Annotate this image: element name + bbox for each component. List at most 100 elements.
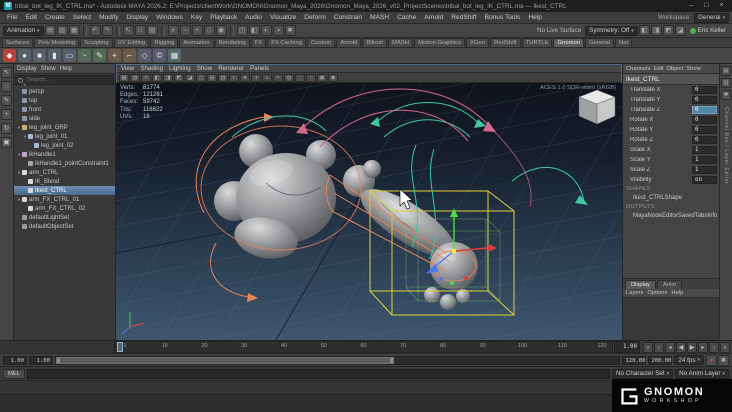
camera-bookmark-icon[interactable]: ▧	[130, 73, 140, 82]
panel-menu-panels[interactable]: Panels	[250, 65, 269, 72]
shelf-ik-handle-tool-icon[interactable]: ⌐	[123, 49, 136, 62]
gate-mask-icon[interactable]: ◩	[174, 73, 184, 82]
shelf-tab-fx-caching[interactable]: FX Caching	[267, 38, 307, 47]
scene-3d[interactable]	[116, 83, 622, 340]
layer-tab-anim[interactable]: Anim	[657, 280, 683, 289]
panel-menu-show[interactable]: Show	[197, 65, 212, 72]
menu-display[interactable]: Display	[123, 14, 153, 21]
channelbox-menu-edit[interactable]: Edit	[654, 66, 664, 72]
shelf-tab-surfaces[interactable]: Surfaces	[2, 38, 34, 47]
sidebar-vertical-label[interactable]: Channel Box / Layer Editor	[723, 107, 729, 185]
shelf-curve-tool-icon[interactable]: ~	[78, 49, 91, 62]
shelf-tab-animation[interactable]: Animation	[179, 38, 214, 47]
menu-mash[interactable]: MASH	[366, 14, 393, 21]
menu-select[interactable]: Select	[69, 14, 95, 21]
channel-rotate-x[interactable]: Rotate X 0	[623, 115, 719, 125]
shelf-tab-turtle[interactable]: TURTLE	[521, 38, 553, 47]
playback-start-field[interactable]: 1.00	[29, 355, 53, 365]
exposure-icon[interactable]: ◆	[328, 73, 338, 82]
menu-playback[interactable]: Playback	[206, 14, 241, 21]
view-cube[interactable]	[578, 89, 616, 125]
shelf-sphere-primitive-icon[interactable]: ●	[18, 49, 31, 62]
menu-redshift[interactable]: RedShift	[447, 14, 480, 21]
outliner-item-front[interactable]: front	[14, 105, 115, 114]
character-set-dropdown[interactable]: No Character Set	[612, 368, 674, 379]
shelf-cylinder-primitive-icon[interactable]: ▮	[48, 49, 61, 62]
wireframe-mode-icon[interactable]: ◐	[229, 73, 239, 82]
shelf-tab-general[interactable]: General	[585, 38, 615, 47]
menu-help[interactable]: Help	[524, 14, 546, 21]
outliner-item-leg-joint-grp[interactable]: ▾ leg_joint_GRP	[14, 123, 115, 132]
menu-file[interactable]: File	[3, 14, 22, 21]
shape-node-name[interactable]: Ikest_CTRLShape	[623, 194, 719, 203]
new-scene-icon[interactable]: ▤	[44, 25, 56, 36]
channel-scale-y[interactable]: Scale Y 1	[623, 155, 719, 165]
menu-deform[interactable]: Deform	[300, 14, 330, 21]
menu-visualize[interactable]: Visualize	[266, 14, 300, 21]
textured-mode-icon[interactable]: ◑	[251, 73, 261, 82]
field-chart-icon[interactable]: ◪	[185, 73, 195, 82]
range-end-handle[interactable]	[389, 357, 393, 363]
shelf-constraint-icon[interactable]: ◇	[138, 49, 151, 62]
channel-value[interactable]: on	[692, 176, 717, 184]
shelf-tab-fx[interactable]: FX	[250, 38, 267, 47]
shelf-tab-redshift[interactable]: RedShift	[490, 38, 521, 47]
panel-menu-view[interactable]: View	[121, 65, 134, 72]
resolution-gate-icon[interactable]: ◨	[163, 73, 173, 82]
menu-modify[interactable]: Modify	[95, 14, 122, 21]
safe-title-icon[interactable]: ▤	[207, 73, 217, 82]
fps-dropdown[interactable]: 24 fps	[674, 355, 704, 365]
channel-translate-y[interactable]: Translate Y 0	[623, 95, 719, 105]
channel-box-tab-icon[interactable]: ▤	[721, 66, 731, 76]
menu-arnold[interactable]: Arnold	[420, 14, 447, 21]
shelf-tab-motion-graphics[interactable]: Motion Graphics	[414, 38, 465, 47]
outliner-item-arm-fx-ctrl-01[interactable]: ▾ arm_FX_CTRL_01	[14, 195, 115, 204]
channel-value[interactable]: 0	[692, 106, 717, 114]
toggle-attribute-editor-icon[interactable]: ◩	[662, 25, 674, 36]
shelf-tab-uv-editing[interactable]: UV Editing	[113, 38, 150, 47]
channel-scale-z[interactable]: Scale Z 1	[623, 165, 719, 175]
channelbox-menu-channels[interactable]: Channels	[626, 66, 651, 72]
command-mode-toggle[interactable]: MEL	[3, 368, 25, 379]
animation-preferences-button[interactable]: ✱	[718, 354, 729, 366]
menu-cache[interactable]: Cache	[393, 14, 420, 21]
hud-toggle-icon[interactable]: ▥	[218, 73, 228, 82]
tool-settings-tab-icon[interactable]: ✱	[721, 90, 731, 100]
scale-tool[interactable]: ▣	[1, 137, 12, 148]
outliner-item-persp[interactable]: persp	[14, 87, 115, 96]
current-time-indicator[interactable]	[117, 342, 123, 352]
outliner-item-side[interactable]: side	[14, 114, 115, 123]
outliner-item-ik-blend[interactable]: IK_Blend	[14, 177, 115, 186]
render-settings-icon[interactable]: ✱	[284, 25, 296, 36]
xray-toggle-icon[interactable]: ○	[306, 73, 316, 82]
construction-history-icon[interactable]: ◫	[236, 25, 248, 36]
command-line-input[interactable]	[27, 368, 610, 379]
toggle-tool-settings-icon[interactable]: ◪	[674, 25, 686, 36]
shelf-tab-net[interactable]: Net	[615, 38, 633, 47]
current-frame-field[interactable]: 1.00	[614, 341, 640, 353]
select-by-component-icon[interactable]: ▧	[146, 25, 158, 36]
workspace-dropdown[interactable]: General	[694, 12, 729, 23]
channel-value[interactable]: 0	[692, 126, 717, 134]
time-slider-track[interactable]: 1 10 20 30 40 50 60 70 80 90 100 110 120	[114, 341, 613, 353]
close-button[interactable]: ×	[715, 1, 728, 11]
select-by-hierarchy-icon[interactable]: ↖	[122, 25, 134, 36]
layer-menu-help[interactable]: Help	[671, 290, 683, 296]
menu-audio[interactable]: Audio	[241, 14, 266, 21]
grid-toggle-icon[interactable]: #	[141, 73, 151, 82]
outliner-item-ikhandle1[interactable]: ▾ ikHandle1	[14, 150, 115, 159]
shelf-lattice-icon[interactable]: ▦	[168, 49, 181, 62]
ssao-toggle-icon[interactable]: ◍	[284, 73, 294, 82]
camera-lock-icon[interactable]: ▦	[119, 73, 129, 82]
shelf-tab-sculpting[interactable]: Sculpting	[80, 38, 113, 47]
shelf-pencil-curve-icon[interactable]: ✎	[93, 49, 106, 62]
go-to-end-button[interactable]: »	[720, 341, 730, 353]
outliner-search-input[interactable]	[25, 76, 111, 84]
outliner-item-leg-joint-01[interactable]: ▾ leg_joint_01	[14, 132, 115, 141]
menu-create[interactable]: Create	[41, 14, 69, 21]
rotate-tool[interactable]: ↻	[1, 123, 12, 134]
step-back-key-button[interactable]: ‹	[654, 341, 664, 353]
outliner-menu-display[interactable]: Display	[17, 66, 37, 72]
symmetry-dropdown[interactable]: Symmetry: Off	[585, 25, 638, 36]
output-node-name[interactable]: MayaNodeEditorSavedTabsInfo	[623, 212, 719, 221]
